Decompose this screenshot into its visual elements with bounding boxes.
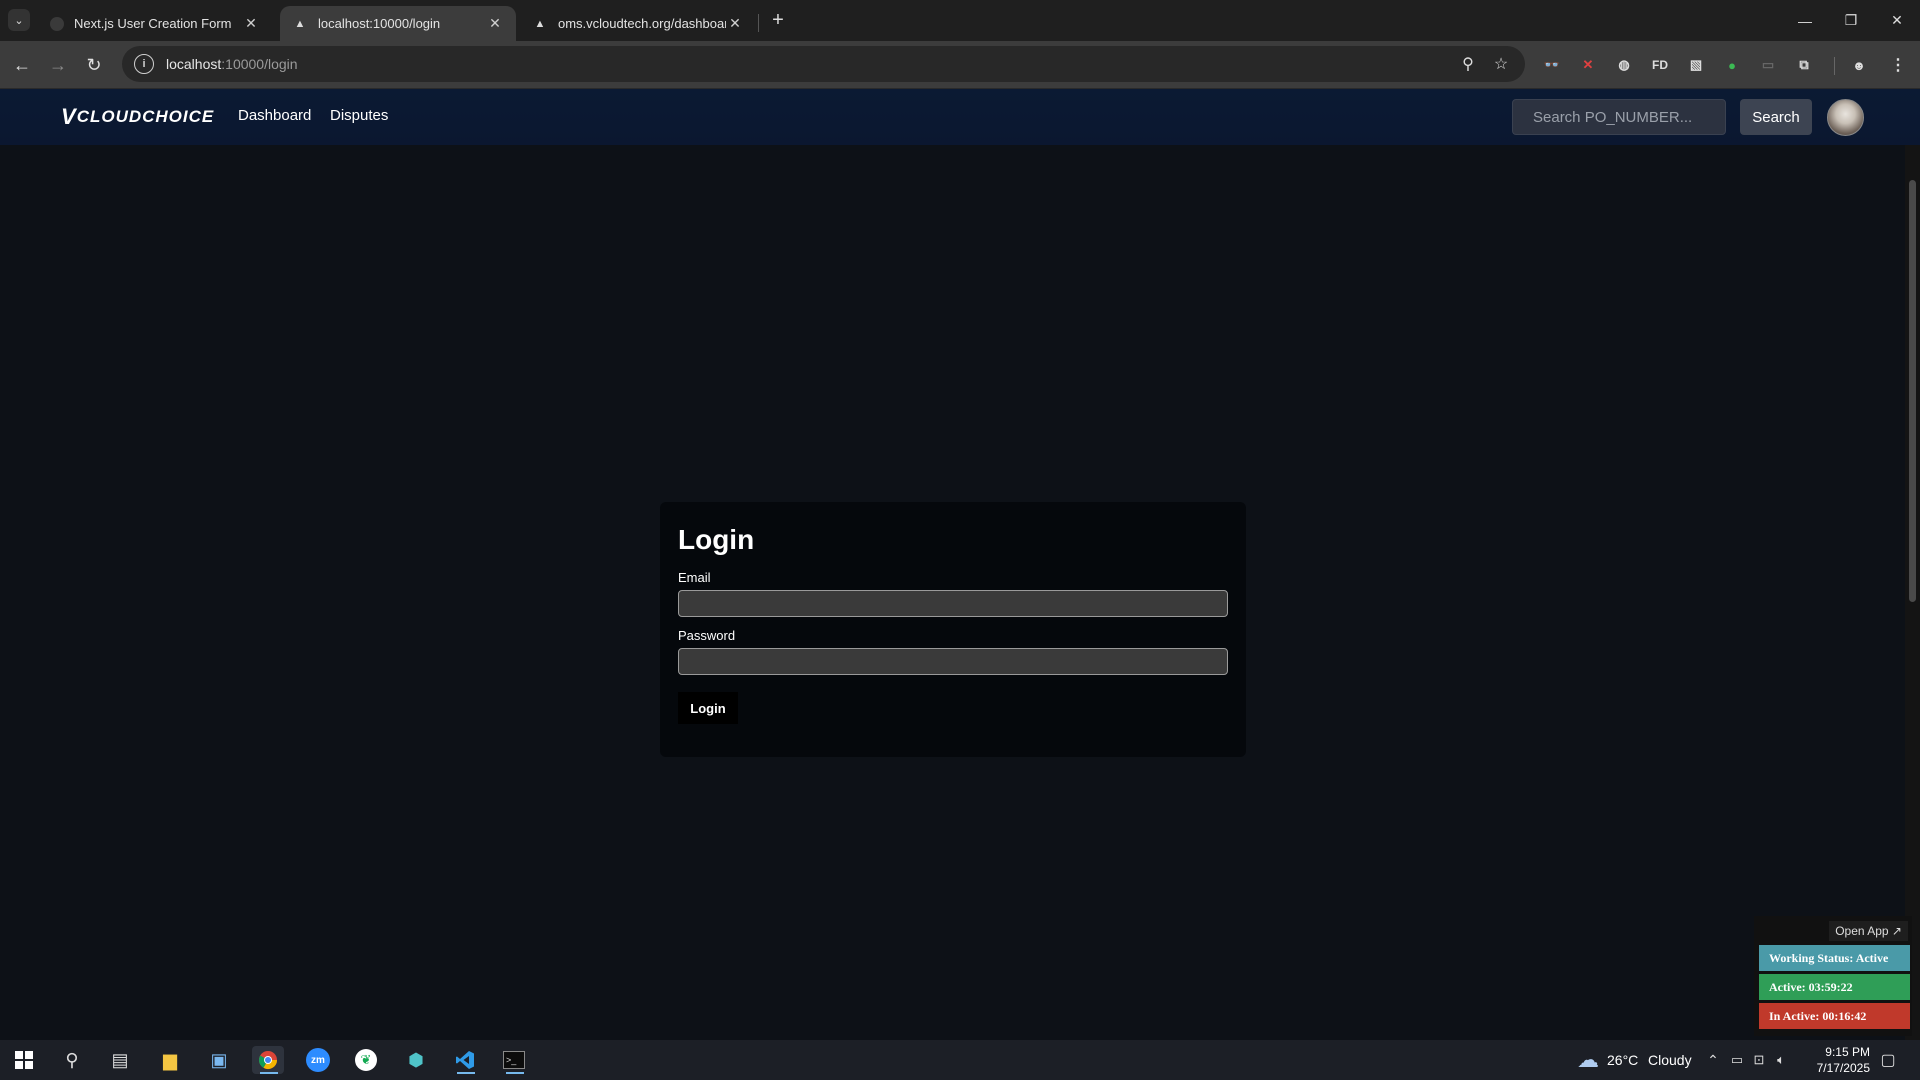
password-field[interactable] xyxy=(678,648,1228,675)
browser-toolbar: ← → ↻ i localhost:10000/login ⚲ ☆ 👓 ✕ ◍ … xyxy=(0,41,1920,89)
tab-separator xyxy=(758,14,759,32)
notification-icon[interactable]: ▢ xyxy=(1872,1046,1904,1074)
tab-search-button[interactable]: ⌄ xyxy=(8,9,30,31)
email-field[interactable] xyxy=(678,590,1228,617)
reload-icon: ↻ xyxy=(86,54,102,75)
extension-fd-icon[interactable]: FD xyxy=(1648,53,1672,77)
search-button[interactable]: Search xyxy=(1740,99,1812,135)
extension-globe-icon[interactable]: ◍ xyxy=(1612,53,1636,77)
tab-dashboard[interactable]: ▲ oms.vcloudtech.org/dashboard ✕ xyxy=(520,6,756,41)
weather-desc[interactable]: Cloudy xyxy=(1648,1052,1692,1068)
system-clock[interactable]: 9:15 PM 7/17/2025 xyxy=(1800,1044,1870,1076)
windows-start-icon[interactable] xyxy=(8,1046,40,1074)
vercel-triangle-icon: ▲ xyxy=(294,17,306,30)
cloud-weather-icon[interactable]: ☁ xyxy=(1572,1046,1604,1074)
nav-link-disputes[interactable]: Disputes xyxy=(330,107,388,124)
tab-title: localhost:10000/login xyxy=(318,16,441,31)
close-tab-icon[interactable]: ✕ xyxy=(726,15,744,32)
zoom-icon[interactable]: ⚲ xyxy=(1458,54,1478,74)
active-indicator xyxy=(260,1072,278,1074)
url-host: localhost xyxy=(166,56,222,72)
extension-cast-icon[interactable]: ▭ xyxy=(1756,53,1780,77)
store-icon[interactable]: ▣ xyxy=(203,1046,235,1074)
chevron-up-icon[interactable]: ⌃ xyxy=(1702,1046,1724,1074)
plus-icon: + xyxy=(772,8,784,31)
weather-temp[interactable]: 26°C xyxy=(1607,1052,1638,1068)
password-label: Password xyxy=(678,628,736,643)
search-icon[interactable]: ⚲ xyxy=(56,1046,88,1074)
browser-tabstrip: ⌄ Next.js User Creation Form ✕ ▲ localho… xyxy=(0,0,1920,41)
nav-link-dashboard[interactable]: Dashboard xyxy=(238,107,311,124)
login-title: Login xyxy=(678,524,755,555)
extension-image-icon[interactable]: ▧ xyxy=(1684,53,1708,77)
hex-app-icon[interactable]: ⬢ xyxy=(400,1046,432,1074)
arrow-right-icon: → xyxy=(49,54,67,75)
forward-button[interactable]: → xyxy=(44,51,72,79)
address-bar[interactable]: i localhost:10000/login ⚲ ☆ xyxy=(122,46,1525,82)
profile-avatar-icon[interactable]: ☻ xyxy=(1847,53,1871,77)
logo-text: CLOUDCHOICE xyxy=(76,107,215,126)
leaf-app-icon[interactable]: ❦ xyxy=(350,1046,382,1074)
active-indicator xyxy=(506,1072,524,1074)
close-tab-icon[interactable]: ✕ xyxy=(242,15,260,32)
site-info-icon[interactable]: i xyxy=(134,54,154,74)
url-path: :10000/login xyxy=(221,56,298,72)
po-search-input[interactable] xyxy=(1512,99,1726,135)
zoom-app-icon[interactable]: zm xyxy=(302,1046,334,1074)
arrow-left-icon: ← xyxy=(13,54,31,75)
minimize-icon: — xyxy=(1798,12,1812,29)
address-url: localhost:10000/login xyxy=(166,56,298,72)
inactive-time-badge: In Active: 00:16:42 xyxy=(1759,1003,1910,1029)
restore-icon: ❐ xyxy=(1844,12,1858,28)
email-label: Email xyxy=(678,570,711,585)
volume-icon[interactable]: 🔈︎ xyxy=(1770,1046,1792,1074)
tab-title: Next.js User Creation Form xyxy=(74,16,232,31)
close-icon: ✕ xyxy=(1891,12,1903,28)
restore-button[interactable]: ❐ xyxy=(1828,0,1874,41)
menu-kebab-icon[interactable]: ⋮ xyxy=(1886,53,1910,77)
app-navbar: V CLOUDCHOICE Dashboard Disputes Search xyxy=(0,89,1920,145)
task-view-icon[interactable]: ▤ xyxy=(104,1046,136,1074)
app-logo[interactable]: V CLOUDCHOICE xyxy=(61,104,215,129)
tab-nextjs-form[interactable]: Next.js User Creation Form ✕ xyxy=(38,6,272,41)
login-card: Login Email Password Login xyxy=(660,502,1246,757)
bookmark-star-icon[interactable]: ☆ xyxy=(1491,54,1511,74)
chrome-icon[interactable] xyxy=(252,1046,284,1074)
file-explorer-icon[interactable]: ▆ xyxy=(154,1046,186,1074)
chevron-down-icon: ⌄ xyxy=(14,14,24,27)
toolbar-separator xyxy=(1834,57,1835,75)
working-status-badge: Working Status: Active xyxy=(1759,945,1910,971)
user-avatar[interactable] xyxy=(1827,99,1864,136)
extensions-puzzle-icon[interactable]: ⧉ xyxy=(1792,53,1816,77)
windows-taskbar: ⚲ ▤ ▆ ▣ zm ❦ ⬢ >_ ☁ 26°C Cloudy ⌃ ▭ ⊡ 🔈︎… xyxy=(0,1040,1920,1080)
nextjs-favicon-icon xyxy=(50,16,64,31)
minimize-button[interactable]: — xyxy=(1782,0,1828,41)
active-indicator xyxy=(457,1072,475,1074)
vscode-icon[interactable] xyxy=(449,1046,481,1074)
back-button[interactable]: ← xyxy=(8,51,36,79)
tab-login[interactable]: ▲ localhost:10000/login ✕ xyxy=(280,6,516,41)
network-icon[interactable]: ⊡ xyxy=(1748,1046,1770,1074)
login-button[interactable]: Login xyxy=(678,692,738,724)
close-tab-icon[interactable]: ✕ xyxy=(486,15,504,32)
clock-date: 7/17/2025 xyxy=(1816,1061,1870,1075)
clock-time: 9:15 PM xyxy=(1825,1045,1870,1059)
extension-green-icon[interactable]: ● xyxy=(1720,53,1744,77)
terminal-icon[interactable]: >_ xyxy=(498,1046,530,1074)
page-scrollbar[interactable] xyxy=(1905,145,1920,1040)
close-window-button[interactable]: ✕ xyxy=(1874,0,1920,41)
tab-title: oms.vcloudtech.org/dashboard xyxy=(558,16,726,31)
reload-button[interactable]: ↻ xyxy=(80,51,108,79)
battery-icon[interactable]: ▭ xyxy=(1726,1046,1748,1074)
vercel-triangle-icon: ▲ xyxy=(534,17,546,30)
time-tracker-widget: Open App ↗ Working Status: Active Active… xyxy=(1754,916,1912,1036)
logo-mark: V xyxy=(61,104,76,129)
extension-glasses-icon[interactable]: 👓 xyxy=(1540,53,1564,77)
main-content: Login Email Password Login xyxy=(0,145,1905,1040)
open-app-link[interactable]: Open App ↗ xyxy=(1829,921,1908,941)
active-time-badge: Active: 03:59:22 xyxy=(1759,974,1910,1000)
new-tab-button[interactable]: + xyxy=(766,8,790,32)
scrollbar-thumb[interactable] xyxy=(1909,180,1916,602)
extension-x-icon[interactable]: ✕ xyxy=(1576,53,1600,77)
